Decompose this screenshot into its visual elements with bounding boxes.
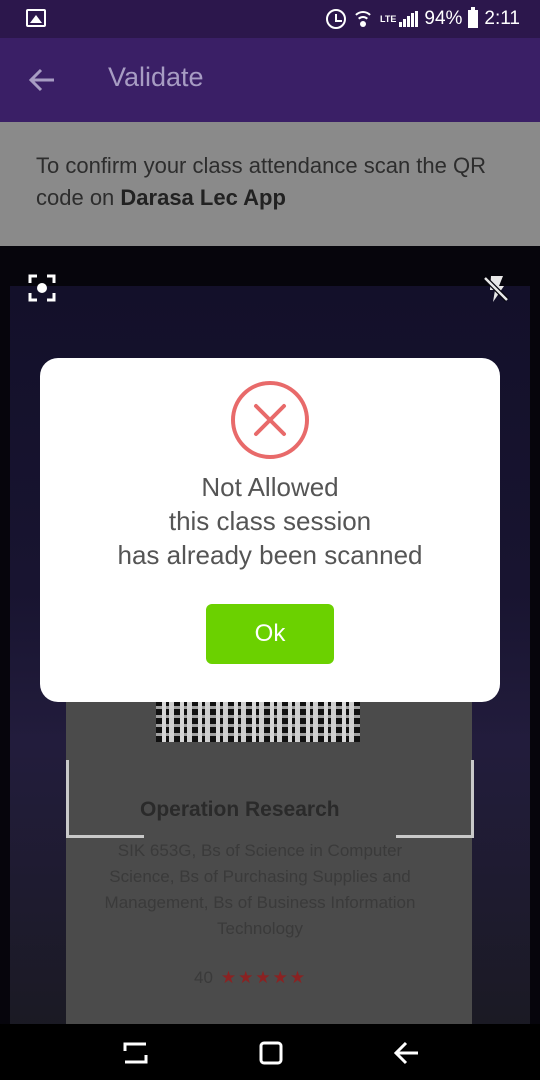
card-description: SIK 653G, Bs of Science in Computer Scie… <box>104 841 416 938</box>
scan-frame-corner <box>66 760 144 838</box>
instruction-banner: To confirm your class attendance scan th… <box>0 122 540 246</box>
dialog-line: has already been scanned <box>117 540 423 570</box>
signal-icon <box>399 11 419 27</box>
back-icon[interactable] <box>392 1040 420 1066</box>
status-time: 2:11 <box>484 8 520 29</box>
status-icons: LTE 94% 2:11 <box>326 6 520 32</box>
gallery-icon <box>26 9 46 27</box>
alarm-icon <box>326 9 347 29</box>
error-dialog: Not Allowed this class session has alrea… <box>40 358 500 702</box>
arrow-left-icon[interactable] <box>28 66 56 94</box>
app-name: Darasa Lec App <box>120 185 286 210</box>
focus-scan-icon[interactable] <box>28 274 56 302</box>
rating-count: 40 <box>194 968 213 987</box>
recents-icon[interactable] <box>122 1040 150 1066</box>
dialog-message: Not Allowed this class session has alrea… <box>40 470 500 572</box>
nav-bar <box>0 1024 540 1080</box>
dialog-title: Not Allowed <box>201 472 339 502</box>
app-bar: Validate <box>0 38 540 122</box>
page-title: Validate <box>108 62 204 92</box>
battery-percent: 94% <box>424 8 463 29</box>
battery-icon <box>468 7 479 28</box>
scan-frame-corner <box>396 760 474 838</box>
flash-off-icon[interactable] <box>482 274 510 304</box>
home-icon[interactable] <box>258 1040 284 1066</box>
rating-stars: ★★★★★ <box>220 968 308 987</box>
wifi-icon <box>352 10 375 28</box>
dialog-line: this class session <box>168 506 372 536</box>
error-x-icon <box>231 381 309 459</box>
card-title: Operation Research <box>140 798 340 821</box>
network-type: LTE <box>380 14 397 24</box>
card-rating: 40 ★★★★★ <box>194 968 307 988</box>
status-bar: LTE 94% 2:11 <box>0 0 540 38</box>
ok-button[interactable]: Ok <box>206 604 334 664</box>
